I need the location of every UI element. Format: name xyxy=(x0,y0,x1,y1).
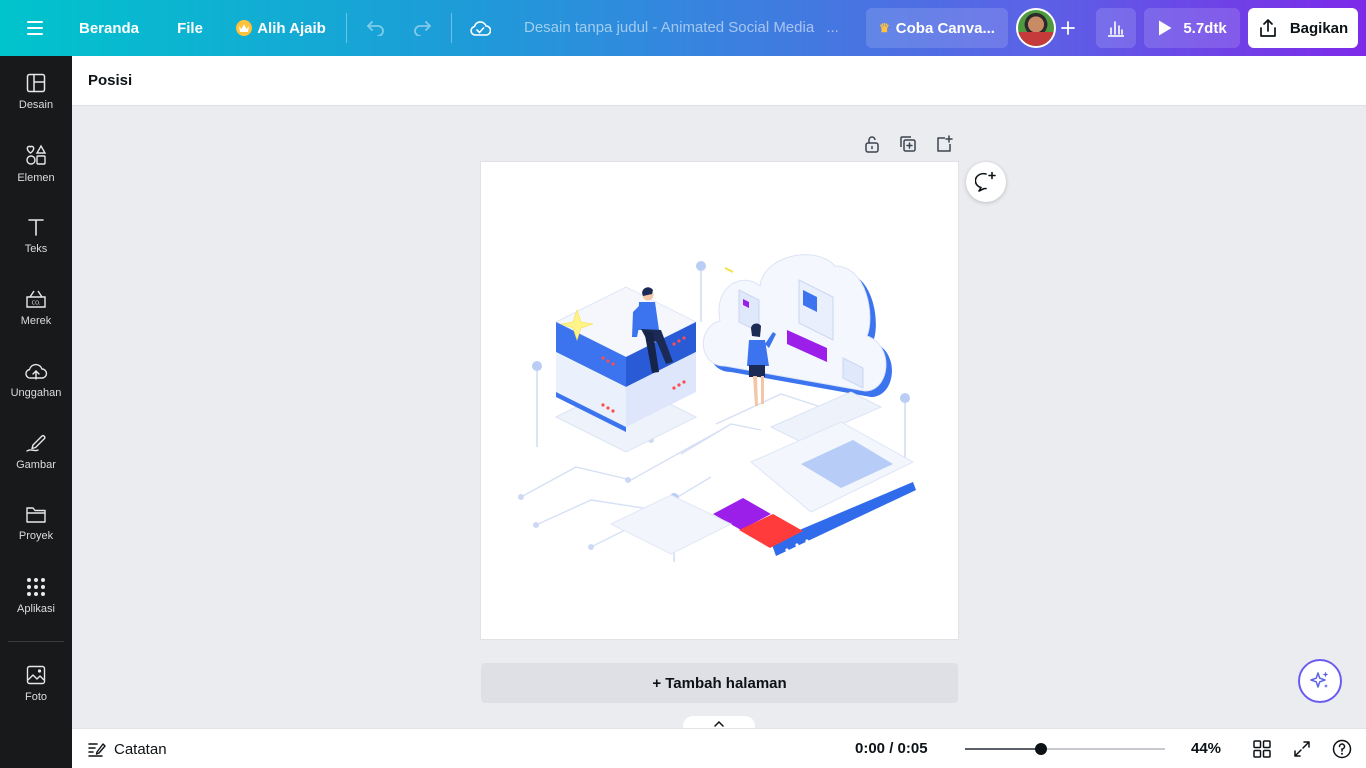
position-label: Posisi xyxy=(88,72,133,89)
grid-view-icon xyxy=(1253,740,1271,758)
layout-icon xyxy=(26,73,46,93)
add-page-button[interactable]: + Tambah halaman xyxy=(481,663,958,703)
add-collaborator-button[interactable] xyxy=(1056,0,1080,56)
sidebar-item-photos[interactable]: Foto xyxy=(0,648,72,720)
play-preview-button[interactable]: 5.7dtk xyxy=(1144,8,1240,48)
position-button[interactable]: Posisi xyxy=(88,56,132,106)
home-button[interactable]: Beranda xyxy=(66,0,152,56)
design-page[interactable] xyxy=(481,162,958,639)
try-canva-pro-button[interactable]: ♛ Coba Canva... xyxy=(866,8,1008,48)
try-canva-label: Coba Canva... xyxy=(895,19,995,37)
divider xyxy=(346,13,347,43)
sidebar-item-projects[interactable]: Proyek xyxy=(0,488,72,560)
sidebar-item-label: Elemen xyxy=(17,172,55,184)
folder-icon xyxy=(26,507,46,523)
crown-icon: ♛ xyxy=(879,21,890,35)
help-icon xyxy=(1332,739,1352,759)
play-icon xyxy=(1159,20,1172,36)
sidebar-item-label: Proyek xyxy=(18,530,54,542)
canva-assistant-button[interactable] xyxy=(1298,659,1342,703)
sparkle-icon xyxy=(1310,671,1329,688)
timecode: 0:00 / 0:05 xyxy=(855,740,928,757)
share-button[interactable]: Bagikan xyxy=(1248,8,1358,48)
magic-resize-label: Alih Ajaib xyxy=(257,19,326,37)
notes-button[interactable]: Catatan xyxy=(88,729,167,768)
zoom-slider-fill xyxy=(965,748,1041,750)
add-page-icon-button[interactable] xyxy=(933,133,955,155)
sidebar-item-label: Foto xyxy=(24,691,47,703)
duplicate-page-button[interactable] xyxy=(897,133,919,155)
cloud-save-status-button[interactable] xyxy=(464,0,496,56)
photo-icon xyxy=(26,665,46,685)
fullscreen-icon xyxy=(1294,741,1310,757)
add-comment-icon xyxy=(975,171,996,192)
home-label: Beranda xyxy=(78,19,140,37)
sidebar-item-brand[interactable]: CO. Merek xyxy=(0,272,72,344)
document-title[interactable]: Desain tanpa judul - Animated Social Med… xyxy=(524,0,839,56)
fullscreen-button[interactable] xyxy=(1290,737,1314,761)
sidebar-item-elements[interactable]: Elemen xyxy=(0,128,72,200)
file-label: File xyxy=(177,19,203,37)
sidebar-item-label: Gambar xyxy=(16,459,56,471)
zoom-slider[interactable] xyxy=(965,743,1165,755)
undo-icon xyxy=(367,21,384,36)
duplicate-icon xyxy=(900,136,916,152)
insights-button[interactable] xyxy=(1096,8,1136,48)
chevron-up-icon xyxy=(714,720,724,727)
upload-cloud-icon xyxy=(25,363,48,380)
top-bar: Beranda File Alih Ajaib Desain tanpa jud… xyxy=(0,0,1366,56)
play-duration: 5.7dtk xyxy=(1183,19,1227,37)
sidebar-item-design[interactable]: Desain xyxy=(0,56,72,128)
sidebar-item-label: Teks xyxy=(24,243,48,255)
draw-icon xyxy=(26,435,46,452)
add-comment-button[interactable] xyxy=(966,162,1006,202)
redo-icon xyxy=(414,21,431,36)
magic-resize-button[interactable]: Alih Ajaib xyxy=(226,0,336,56)
sidebar-item-label: Aplikasi xyxy=(17,603,55,615)
lock-icon xyxy=(865,136,879,153)
text-icon xyxy=(28,219,44,236)
share-label: Bagikan xyxy=(1289,19,1349,37)
divider xyxy=(451,13,452,43)
isometric-cloud-server-illustration[interactable] xyxy=(481,162,958,639)
sidebar-item-label: Unggahan xyxy=(10,387,62,399)
sidebar-item-text[interactable]: Teks xyxy=(0,200,72,272)
add-page-icon xyxy=(937,135,953,152)
redo-button[interactable] xyxy=(406,0,438,56)
apps-grid-icon xyxy=(27,578,45,596)
bar-chart-icon xyxy=(1108,21,1124,37)
document-title-ellipsis: ... xyxy=(826,19,839,36)
grid-view-button[interactable] xyxy=(1250,737,1274,761)
brand-icon: CO. xyxy=(26,290,46,308)
undo-button[interactable] xyxy=(360,0,392,56)
zoom-slider-thumb[interactable] xyxy=(1035,743,1047,755)
context-toolbar: Posisi xyxy=(72,56,1366,106)
lock-page-button[interactable] xyxy=(861,133,883,155)
notes-label: Catatan xyxy=(114,740,167,758)
sidebar-item-apps[interactable]: Aplikasi xyxy=(0,560,72,632)
sidebar-item-label: Desain xyxy=(18,99,54,111)
hamburger-menu-icon[interactable] xyxy=(14,0,58,56)
plus-icon xyxy=(1061,21,1075,35)
cloud-check-icon xyxy=(470,21,491,36)
sidebar-item-uploads[interactable]: Unggahan xyxy=(0,344,72,416)
document-title-text: Desain tanpa judul - Animated Social Med… xyxy=(524,19,815,36)
file-menu-button[interactable]: File xyxy=(164,0,216,56)
avatar[interactable] xyxy=(1016,8,1056,48)
shapes-icon xyxy=(26,144,47,165)
add-page-label: + Tambah halaman xyxy=(652,674,787,692)
zoom-percent-button[interactable]: 44% xyxy=(1182,729,1230,768)
sidebar-divider xyxy=(8,641,64,642)
sidebar-item-label: Merek xyxy=(20,315,52,327)
share-upload-icon xyxy=(1259,19,1276,37)
notes-icon xyxy=(88,743,106,757)
crown-icon xyxy=(236,20,253,36)
svg-text:CO.: CO. xyxy=(32,301,41,307)
left-sidebar: Desain Elemen Teks CO. Merek Unggahan Ga… xyxy=(0,56,72,768)
bottom-bar: Catatan 0:00 / 0:05 44% xyxy=(72,728,1366,768)
help-button[interactable] xyxy=(1330,737,1354,761)
sidebar-item-draw[interactable]: Gambar xyxy=(0,416,72,488)
